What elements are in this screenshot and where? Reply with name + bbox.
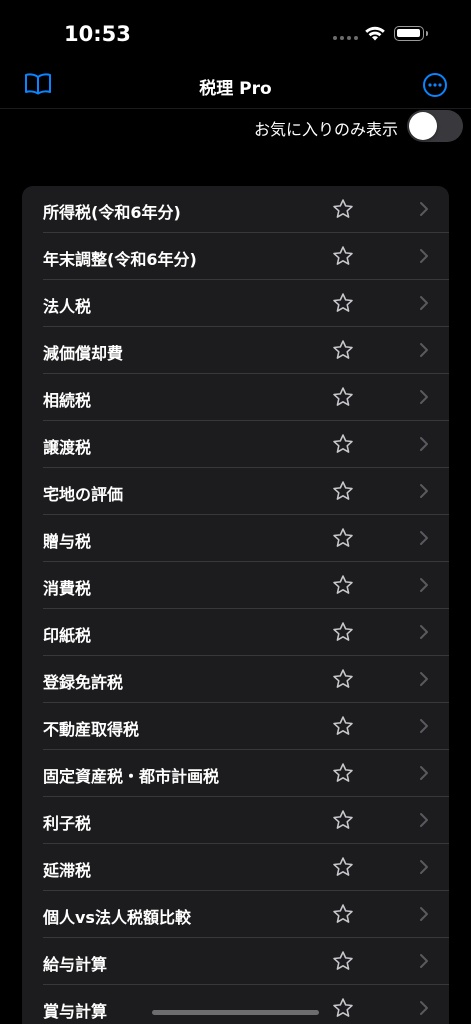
- list-item-label: 法人税: [43, 297, 92, 316]
- list-item-label: 譲渡税: [43, 438, 92, 457]
- list-item-label: 延滞税: [43, 861, 92, 880]
- favorite-star-icon[interactable]: [332, 668, 354, 690]
- chevron-right-icon: [420, 343, 428, 357]
- list-item[interactable]: 贈与税: [22, 515, 449, 562]
- list-item[interactable]: 登録免許税: [22, 656, 449, 703]
- favorite-star-icon[interactable]: [332, 433, 354, 455]
- favorite-star-icon[interactable]: [332, 245, 354, 267]
- chevron-right-icon: [420, 531, 428, 545]
- list-item-label: 消費税: [43, 579, 92, 598]
- favorite-star-icon[interactable]: [332, 621, 354, 643]
- ellipsis-circle-icon[interactable]: [422, 72, 448, 98]
- chevron-right-icon: [420, 296, 428, 310]
- list-item-label: 宅地の評価: [43, 485, 124, 504]
- list-item-label: 給与計算: [43, 955, 108, 974]
- list-item-label: 利子税: [43, 814, 92, 833]
- navigation-bar: 税理 Pro: [0, 64, 471, 109]
- list-item-label: 所得税(令和6年分): [43, 203, 181, 222]
- favorite-star-icon[interactable]: [332, 715, 354, 737]
- chevron-right-icon: [420, 1001, 428, 1015]
- favorite-star-icon[interactable]: [332, 950, 354, 972]
- list-item-label: 固定資産税・都市計画税: [43, 767, 220, 786]
- favorite-star-icon[interactable]: [332, 809, 354, 831]
- list-item-label: 印紙税: [43, 626, 92, 645]
- favorites-filter-row: お気に入りのみ表示: [0, 108, 471, 144]
- tax-menu-list: 所得税(令和6年分) 年末調整(令和6年分) 法人税減価償却費相続税譲渡税宅地の評価…: [22, 186, 449, 1024]
- list-item[interactable]: 消費税: [22, 562, 449, 609]
- favorites-only-label: お気に入りのみ表示: [253, 120, 398, 139]
- chevron-right-icon: [420, 766, 428, 780]
- favorite-star-icon[interactable]: [332, 903, 354, 925]
- chevron-right-icon: [420, 907, 428, 921]
- list-item[interactable]: 利子税: [22, 797, 449, 844]
- chevron-right-icon: [420, 390, 428, 404]
- list-item[interactable]: 延滞税: [22, 844, 449, 891]
- chevron-right-icon: [420, 672, 428, 686]
- list-item-label: 不動産取得税: [43, 720, 140, 739]
- list-item[interactable]: 個人vs法人税額比較: [22, 891, 449, 938]
- chevron-right-icon: [420, 719, 428, 733]
- chevron-right-icon: [420, 437, 428, 451]
- home-indicator[interactable]: [152, 1010, 319, 1015]
- list-item[interactable]: 相続税: [22, 374, 449, 421]
- list-item[interactable]: 法人税: [22, 280, 449, 327]
- list-item-label: 贈与税: [43, 532, 92, 551]
- favorites-only-toggle[interactable]: [407, 110, 463, 142]
- list-item[interactable]: 固定資産税・都市計画税: [22, 750, 449, 797]
- chevron-right-icon: [420, 860, 428, 874]
- favorite-star-icon[interactable]: [332, 856, 354, 878]
- list-item[interactable]: 譲渡税: [22, 421, 449, 468]
- chevron-right-icon: [420, 813, 428, 827]
- favorite-star-icon[interactable]: [332, 292, 354, 314]
- list-item[interactable]: 不動産取得税: [22, 703, 449, 750]
- favorite-star-icon[interactable]: [332, 527, 354, 549]
- list-item[interactable]: 給与計算: [22, 938, 449, 985]
- status-time: 10:53: [64, 22, 131, 46]
- list-item[interactable]: 賞与計算: [22, 985, 449, 1024]
- favorite-star-icon[interactable]: [332, 198, 354, 220]
- favorite-star-icon[interactable]: [332, 997, 354, 1019]
- list-item-label: 個人vs法人税額比較: [43, 908, 191, 927]
- list-item-label: 年末調整(令和6年分): [43, 250, 197, 269]
- favorite-star-icon[interactable]: [332, 574, 354, 596]
- list-item[interactable]: 所得税(令和6年分): [22, 186, 449, 233]
- chevron-right-icon: [420, 249, 428, 263]
- wifi-icon: [365, 26, 385, 41]
- chevron-right-icon: [420, 484, 428, 498]
- list-item-label: 相続税: [43, 391, 92, 410]
- list-item-label: 賞与計算: [43, 1002, 108, 1021]
- status-bar: 10:53: [0, 0, 471, 64]
- list-item-label: 減価償却費: [43, 344, 124, 363]
- toggle-knob: [409, 112, 437, 140]
- list-item[interactable]: 年末調整(令和6年分): [22, 233, 449, 280]
- chevron-right-icon: [420, 625, 428, 639]
- favorite-star-icon[interactable]: [332, 480, 354, 502]
- chevron-right-icon: [420, 954, 428, 968]
- list-item[interactable]: 減価償却費: [22, 327, 449, 374]
- favorite-star-icon[interactable]: [332, 386, 354, 408]
- favorite-star-icon[interactable]: [332, 762, 354, 784]
- list-item[interactable]: 印紙税: [22, 609, 449, 656]
- chevron-right-icon: [420, 202, 428, 216]
- cellular-dots-icon: [333, 36, 358, 40]
- battery-icon: [394, 26, 428, 41]
- chevron-right-icon: [420, 578, 428, 592]
- list-item[interactable]: 宅地の評価: [22, 468, 449, 515]
- list-item-label: 登録免許税: [43, 673, 124, 692]
- favorite-star-icon[interactable]: [332, 339, 354, 361]
- page-title: 税理 Pro: [199, 79, 272, 99]
